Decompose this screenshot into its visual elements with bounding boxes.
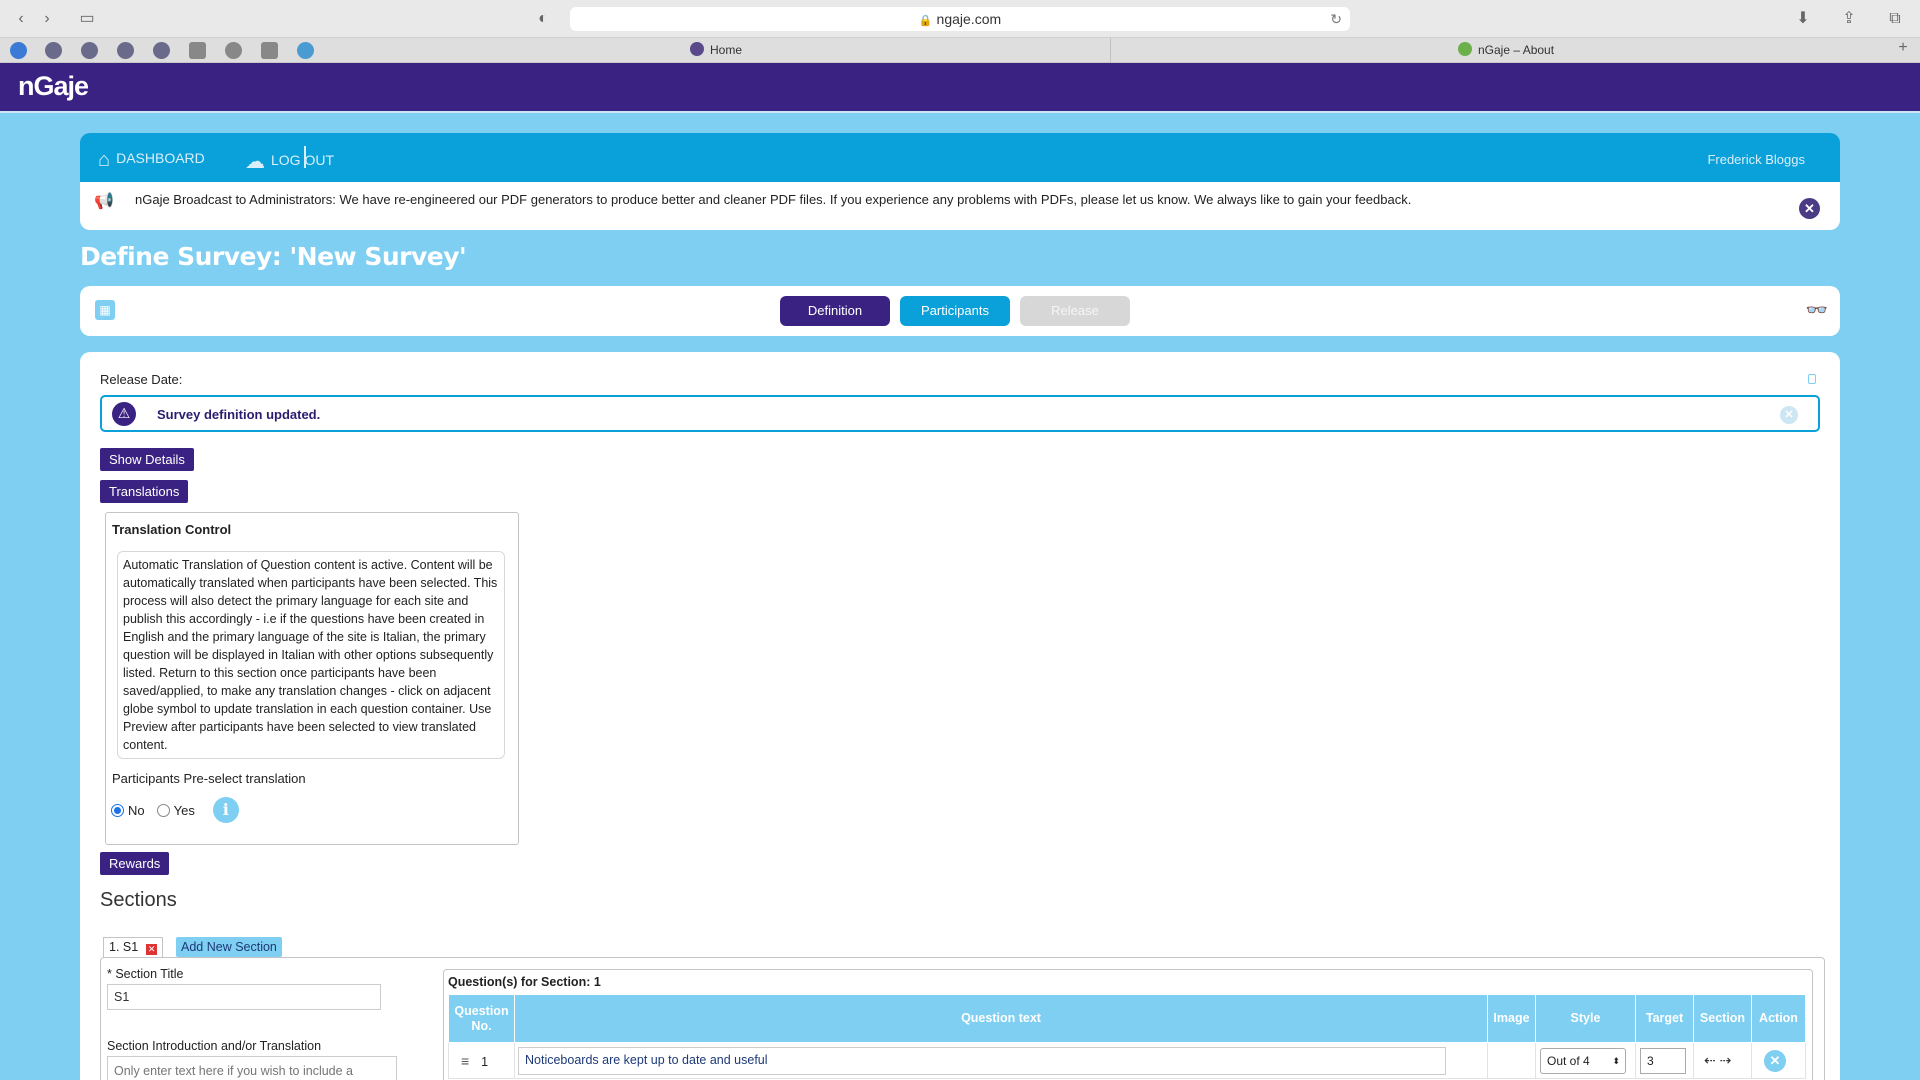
tab-strip: Home nGaje – About + bbox=[0, 38, 1920, 63]
url-text: ngaje.com bbox=[936, 11, 1002, 27]
close-icon[interactable]: ✕ bbox=[1780, 406, 1798, 424]
info-icon[interactable]: i bbox=[212, 797, 239, 823]
cloud-icon: ☁ bbox=[245, 151, 265, 173]
radio-no[interactable] bbox=[111, 803, 124, 817]
address-bar[interactable]: 🔒 ngaje.com ↻ bbox=[570, 7, 1350, 31]
question-number: 1 bbox=[481, 1054, 489, 1069]
bookmark-icon[interactable] bbox=[10, 42, 27, 59]
move-section-arrows-icon[interactable]: ⇠ ⇢ bbox=[1704, 1052, 1731, 1068]
col-question-text: Question text bbox=[514, 994, 1488, 1043]
col-style: Style bbox=[1535, 994, 1636, 1043]
sections-heading: Sections bbox=[100, 889, 177, 911]
col-image: Image bbox=[1487, 994, 1536, 1043]
share-icon[interactable]: ⇪ bbox=[1836, 9, 1862, 29]
bookmark-icon[interactable] bbox=[261, 42, 278, 59]
calendar-icon[interactable]: ▦ bbox=[95, 300, 115, 320]
section-body: * Section Title S1 Section Introduction … bbox=[100, 957, 1825, 1080]
binoculars-icon[interactable]: 👓 bbox=[1806, 300, 1828, 321]
col-target: Target bbox=[1635, 994, 1694, 1043]
page-title: Define Survey: 'New Survey' bbox=[80, 242, 467, 271]
delete-question-icon[interactable]: ✕ bbox=[1764, 1049, 1786, 1072]
shield-icon[interactable]: ◐ bbox=[530, 9, 556, 29]
download-icon[interactable]: ⬇ bbox=[1790, 9, 1816, 29]
broadcast-message: nGaje Broadcast to Administrators: We ha… bbox=[135, 192, 1412, 207]
tab-favicon-icon bbox=[1458, 42, 1472, 56]
questions-table: Question No. Question text Image Style T… bbox=[448, 994, 1806, 1079]
alert-message: Survey definition updated. bbox=[157, 407, 321, 422]
col-question-no: Question No. bbox=[448, 994, 515, 1043]
col-section: Section bbox=[1693, 994, 1752, 1043]
section-title-label: * Section Title bbox=[107, 967, 184, 981]
bookmark-icon[interactable] bbox=[45, 42, 62, 59]
translation-control-title: Translation Control bbox=[112, 522, 232, 537]
broadcast-banner: 📢 nGaje Broadcast to Administrators: We … bbox=[80, 182, 1840, 230]
survey-tabbar: ▦ Definition Participants Release 👓 bbox=[80, 286, 1840, 336]
questions-heading: Question(s) for Section: 1 bbox=[448, 975, 601, 989]
release-date-label: Release Date: bbox=[100, 372, 183, 387]
section-intro-input[interactable] bbox=[107, 1056, 397, 1080]
dashboard-link[interactable]: ⌂ DASHBOARD bbox=[98, 149, 205, 172]
preselect-radio-group: No Yes i bbox=[111, 797, 239, 823]
definition-panel: Release Date: ⚠ Survey definition update… bbox=[80, 352, 1840, 1080]
questions-box: Question(s) for Section: 1 Question No. … bbox=[443, 969, 1813, 1080]
bookmark-icon[interactable] bbox=[81, 42, 98, 59]
home-icon: ⌂ bbox=[98, 149, 111, 171]
forward-icon[interactable]: › bbox=[34, 9, 60, 29]
show-details-button[interactable]: Show Details bbox=[100, 448, 194, 471]
logout-link[interactable]: ☁ LOG OUT bbox=[245, 149, 334, 174]
add-new-section-button[interactable]: Add New Section bbox=[176, 937, 282, 957]
sidebar-icon[interactable]: ▭ bbox=[74, 9, 100, 29]
question-image-cell[interactable] bbox=[1487, 1042, 1536, 1079]
warning-icon: ⚠ bbox=[112, 402, 136, 426]
col-action: Action bbox=[1751, 994, 1806, 1043]
radio-no-label: No bbox=[128, 802, 145, 818]
section-tab-s1[interactable]: 1. S1 ✕ bbox=[103, 937, 164, 957]
tab-favicon-icon bbox=[690, 42, 704, 56]
radio-yes[interactable] bbox=[156, 803, 170, 817]
new-tab-icon[interactable]: + bbox=[1890, 38, 1916, 58]
app-header: nGaje bbox=[0, 63, 1920, 111]
radio-yes-label: Yes bbox=[173, 802, 195, 818]
back-icon[interactable]: ‹ bbox=[8, 9, 34, 29]
target-input[interactable]: 3 bbox=[1640, 1047, 1686, 1074]
top-navbar: ⌂ DASHBOARD ☁ LOG OUT Frederick Bloggs bbox=[80, 133, 1840, 182]
table-row: ≡ 1 Noticeboards are kept up to date and … bbox=[448, 1042, 1806, 1079]
tabs-icon[interactable]: ⧉ bbox=[1882, 9, 1908, 29]
bookmark-icon[interactable] bbox=[297, 42, 314, 59]
section-intro-label: Section Introduction and/or Translation bbox=[107, 1039, 322, 1053]
bookmark-icon[interactable] bbox=[189, 42, 206, 59]
tab-definition[interactable]: Definition bbox=[780, 296, 890, 326]
drag-handle-icon[interactable]: ≡ bbox=[461, 1053, 469, 1069]
browser-tab-about[interactable]: nGaje – About bbox=[1458, 38, 1554, 63]
browser-tab-home[interactable]: Home bbox=[690, 38, 742, 63]
bookmark-icon[interactable] bbox=[117, 42, 134, 59]
lock-icon: 🔒 bbox=[918, 15, 933, 27]
bookmark-icon[interactable] bbox=[153, 42, 170, 59]
question-text-input[interactable]: Noticeboards are kept up to date and use… bbox=[518, 1046, 1446, 1075]
logo[interactable]: nGaje bbox=[18, 71, 89, 102]
style-select[interactable]: Out of 4 ⬍ bbox=[1540, 1047, 1626, 1074]
user-name[interactable]: Frederick Bloggs bbox=[1707, 152, 1805, 167]
rewards-button[interactable]: Rewards bbox=[100, 852, 170, 875]
tab-release[interactable]: Release bbox=[1020, 296, 1130, 326]
megaphone-icon: 📢 bbox=[94, 193, 114, 210]
close-icon[interactable]: ✕ bbox=[1799, 198, 1820, 219]
browser-toolbar: ‹ › ▭ ◐ 🔒 ngaje.com ↻ ⬇ ⇪ ⧉ bbox=[0, 0, 1920, 38]
status-alert: ⚠ Survey definition updated. ✕ bbox=[100, 395, 1820, 432]
tab-participants[interactable]: Participants bbox=[900, 296, 1010, 326]
preselect-label: Participants Pre-select translation bbox=[112, 771, 306, 786]
copy-icon[interactable] bbox=[1808, 374, 1816, 384]
translation-control-box: Translation Control Automatic Translatio… bbox=[105, 512, 519, 845]
delete-section-icon[interactable]: ✕ bbox=[146, 944, 158, 955]
updown-icon: ⬍ bbox=[1612, 1055, 1620, 1066]
reload-icon[interactable]: ↻ bbox=[1330, 7, 1342, 31]
section-title-input[interactable]: S1 bbox=[107, 984, 381, 1010]
translation-info-text: Automatic Translation of Question conten… bbox=[117, 551, 505, 759]
bookmark-icon[interactable] bbox=[225, 42, 242, 59]
translations-button[interactable]: Translations bbox=[100, 480, 189, 503]
